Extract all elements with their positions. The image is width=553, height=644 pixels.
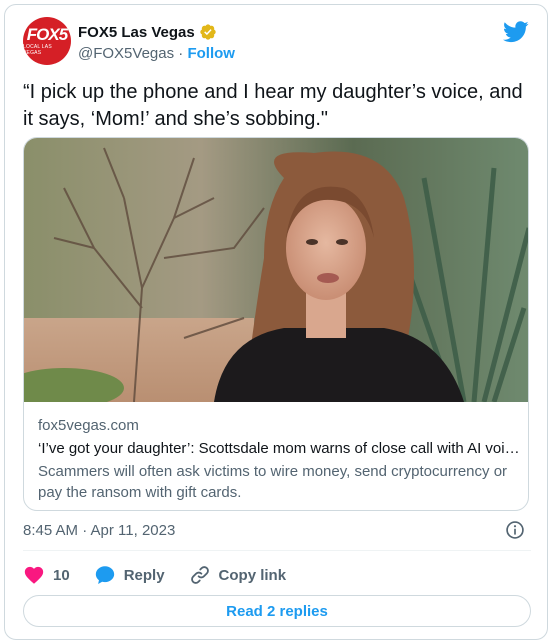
author-name[interactable]: FOX5 Las Vegas <box>78 24 195 41</box>
reply-button[interactable]: Reply <box>94 564 165 586</box>
action-bar: 10 Reply Copy link <box>23 562 310 588</box>
author-name-row[interactable]: FOX5 Las Vegas <box>78 23 217 41</box>
like-count: 10 <box>53 566 70 584</box>
reply-label: Reply <box>123 566 165 584</box>
avatar[interactable]: FOX5 LOCAL LAS VEGAS <box>23 17 71 65</box>
avatar-logo-text: FOX5 <box>26 24 68 44</box>
link-meta: fox5vegas.com ‘I’ve got your daughter’: … <box>38 416 518 503</box>
verified-badge-icon <box>200 24 216 40</box>
like-button[interactable]: 10 <box>23 564 70 586</box>
tweet-embed-card: FOX5 LOCAL LAS VEGAS FOX5 Las Vegas @FOX… <box>4 4 548 640</box>
link-preview-card[interactable]: fox5vegas.com ‘I’ve got your daughter’: … <box>23 137 529 511</box>
article-thumbnail-image <box>24 138 528 402</box>
link-domain: fox5vegas.com <box>38 417 139 434</box>
avatar-logo-subtext: LOCAL LAS VEGAS <box>23 43 52 56</box>
link-description: Scammers will often ask victims to wire … <box>38 463 508 501</box>
timestamp[interactable]: 8:45 AM · Apr 11, 2023 <box>23 522 175 539</box>
info-icon[interactable] <box>505 520 525 540</box>
heart-icon <box>24 566 44 584</box>
copy-link-label: Copy link <box>218 566 287 584</box>
read-replies-button[interactable]: Read 2 replies <box>23 595 531 627</box>
twitter-bird-icon[interactable] <box>503 21 529 43</box>
tweet-text: “I pick up the phone and I hear my daugh… <box>23 81 523 130</box>
follow-button[interactable]: Follow <box>187 45 235 62</box>
reply-bubble-icon <box>95 566 114 584</box>
divider <box>23 550 531 551</box>
copy-link-button[interactable]: Copy link <box>189 564 287 586</box>
handle-separator: · <box>178 45 184 62</box>
link-title: ‘I’ve got your daughter’: Scottsdale mom… <box>38 440 518 457</box>
author-handle[interactable]: @FOX5Vegas <box>78 45 174 62</box>
link-icon <box>190 566 209 584</box>
handle-row: @FOX5Vegas · Follow <box>78 45 235 62</box>
